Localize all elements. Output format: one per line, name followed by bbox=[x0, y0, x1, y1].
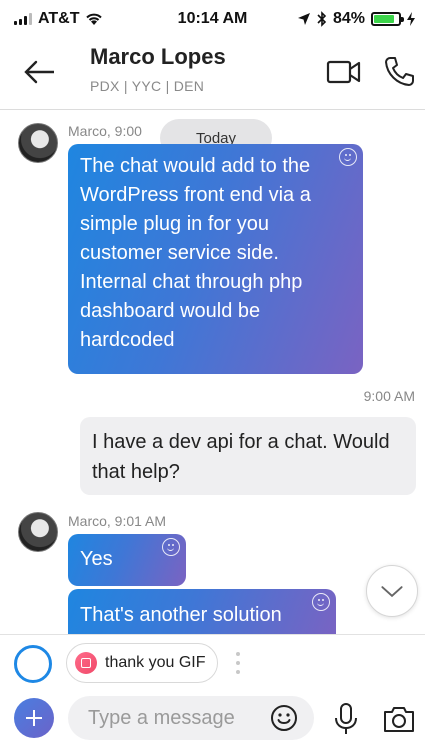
message-text: I have a dev api for a chat. Would that … bbox=[92, 431, 390, 483]
message-composer bbox=[0, 690, 425, 743]
suggestion-chip-label: thank you GIF bbox=[105, 654, 206, 671]
battery-percent: 84% bbox=[332, 10, 365, 27]
add-attachment-button[interactable] bbox=[14, 698, 54, 738]
status-bar: AT&T 10:14 AM 84% bbox=[0, 0, 425, 38]
emoji-button[interactable] bbox=[270, 704, 298, 732]
status-right: 84% bbox=[297, 10, 415, 28]
suggestion-bar: thank you GIF bbox=[0, 634, 425, 690]
audio-call-button[interactable] bbox=[382, 54, 416, 88]
contact-name[interactable]: Marco Lopes bbox=[90, 44, 226, 70]
back-button[interactable] bbox=[22, 54, 58, 90]
message-text: Yes bbox=[80, 548, 113, 570]
chevron-down-icon bbox=[381, 586, 403, 598]
microphone-icon bbox=[335, 703, 357, 734]
more-options-icon[interactable] bbox=[234, 649, 242, 677]
message-timestamp: 9:00 AM bbox=[363, 388, 415, 404]
message-bubble[interactable]: That's another solution bbox=[68, 589, 336, 634]
react-icon[interactable] bbox=[339, 148, 357, 166]
video-camera-icon bbox=[326, 60, 361, 84]
bluetooth-icon bbox=[317, 11, 327, 27]
message-text: The chat would add to the WordPress fron… bbox=[80, 155, 311, 351]
message-bubble[interactable]: The chat would add to the WordPress fron… bbox=[68, 144, 363, 374]
camera-icon bbox=[384, 707, 414, 732]
battery-icon bbox=[371, 12, 404, 26]
charging-icon bbox=[407, 12, 415, 26]
message-bubble[interactable]: Yes bbox=[68, 534, 186, 586]
react-icon[interactable] bbox=[162, 538, 180, 556]
location-icon bbox=[297, 13, 310, 25]
sender-label: Marco, 9:01 AM bbox=[68, 513, 167, 529]
smiley-icon bbox=[271, 705, 297, 731]
avatar[interactable] bbox=[18, 512, 58, 552]
video-call-button[interactable] bbox=[326, 58, 362, 86]
gif-icon bbox=[75, 652, 97, 674]
arrow-left-icon bbox=[24, 60, 54, 84]
chat-header: Marco Lopes PDX | YYC | DEN bbox=[0, 38, 425, 110]
message-bubble-outgoing[interactable]: I have a dev api for a chat. Would that … bbox=[80, 417, 416, 495]
contact-subtitle: PDX | YYC | DEN bbox=[90, 78, 205, 94]
capture-ring-icon[interactable] bbox=[14, 645, 52, 683]
phone-icon bbox=[385, 57, 414, 86]
sender-label: Marco, 9:00 bbox=[68, 123, 142, 139]
react-icon[interactable] bbox=[312, 593, 330, 611]
scroll-to-bottom-button[interactable] bbox=[366, 565, 418, 617]
voice-message-button[interactable] bbox=[332, 702, 360, 736]
message-text: That's another solution bbox=[80, 604, 282, 626]
avatar[interactable] bbox=[18, 123, 58, 163]
camera-button[interactable] bbox=[382, 704, 416, 734]
suggestion-chip[interactable]: thank you GIF bbox=[66, 643, 218, 683]
message-list[interactable]: Marco, 9:00 Today The chat would add to … bbox=[0, 110, 425, 634]
